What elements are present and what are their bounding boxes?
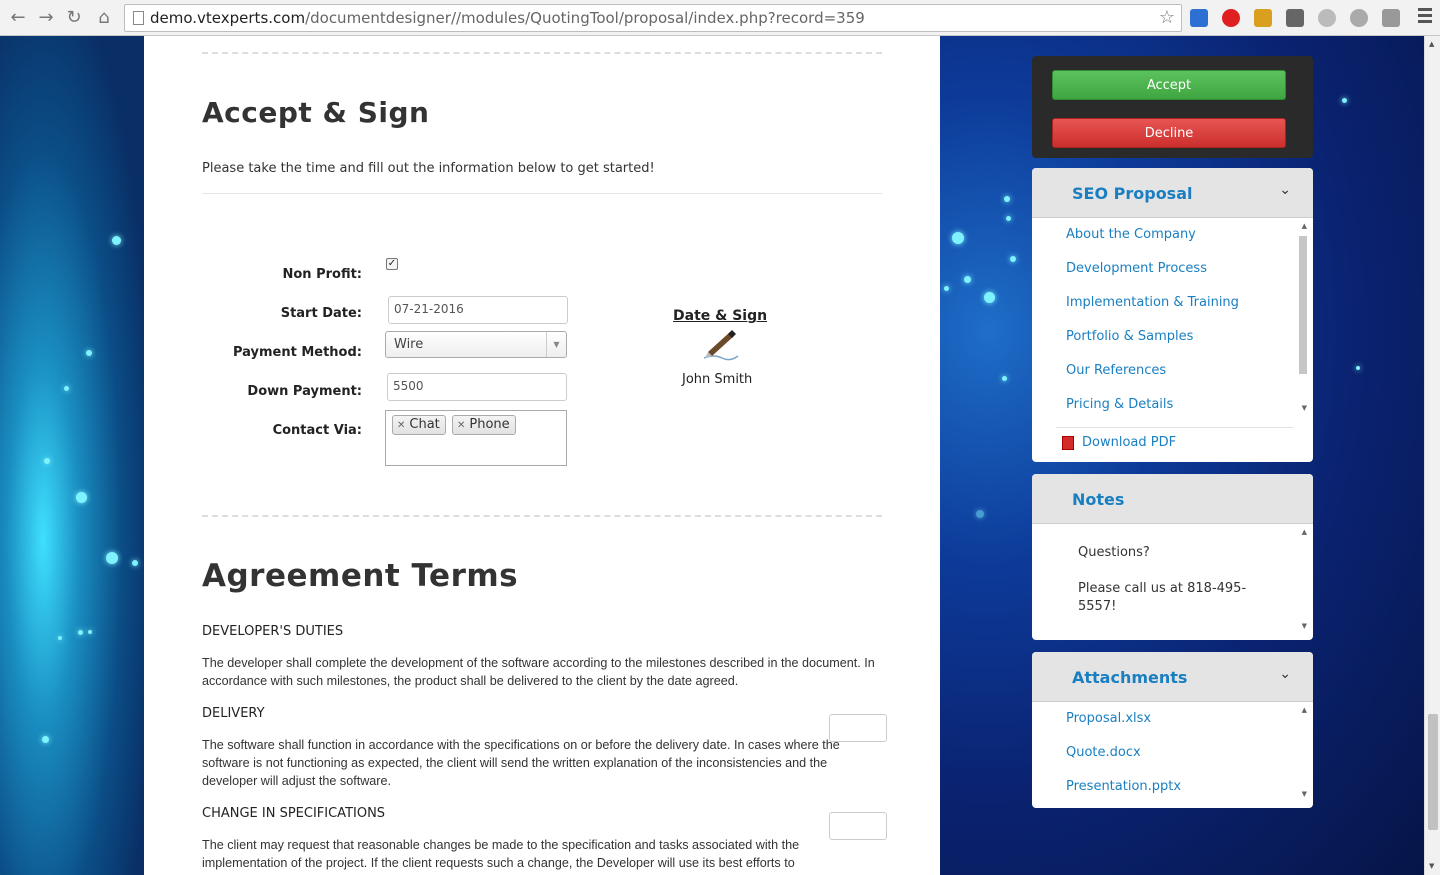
agreement-terms-heading: Agreement Terms (202, 558, 519, 594)
term-text: The client may request that reasonable c… (202, 838, 800, 870)
accept-button[interactable]: Accept (1052, 70, 1286, 100)
pdf-icon (1062, 436, 1074, 450)
down-payment-label: Down Payment: (247, 384, 362, 399)
dropdown-arrow-icon: ▼ (546, 332, 566, 357)
non-profit-label: Non Profit: (282, 267, 362, 282)
toc-link[interactable]: Portfolio & Samples (1066, 329, 1193, 344)
panel-header[interactable]: SEO Proposal ⌄ (1032, 168, 1313, 218)
notes-text: Questions? (1078, 545, 1150, 560)
chevron-down-icon[interactable]: ⌄ (1279, 182, 1291, 198)
seo-proposal-panel: SEO Proposal ⌄ About the Company Develop… (1032, 168, 1313, 462)
address-bar[interactable]: demo.vtexperts.com/documentdesigner//mod… (124, 4, 1182, 32)
pen-signature-icon[interactable] (700, 328, 740, 364)
notes-panel: Notes Questions? Please call us at 818-4… (1032, 474, 1313, 640)
payment-method-label: Payment Method: (232, 345, 362, 360)
start-date-label: Start Date: (280, 306, 362, 321)
download-pdf-link[interactable]: Download PDF (1082, 435, 1176, 450)
accept-sign-heading: Accept & Sign (202, 96, 430, 129)
contact-via-multiselect[interactable]: ✕ Chat ✕ Phone (385, 410, 567, 466)
remove-icon[interactable]: ✕ (457, 420, 465, 431)
reload-icon[interactable]: ↻ (62, 6, 86, 30)
browser-toolbar: ← → ↻ ⌂ demo.vtexperts.com/documentdesig… (0, 0, 1440, 36)
contact-via-label: Contact Via: (272, 423, 362, 438)
menu-icon[interactable] (1418, 8, 1432, 26)
intro-text: Please take the time and fill out the in… (202, 161, 655, 176)
extension-translate-icon[interactable] (1190, 9, 1208, 27)
section-divider (202, 52, 882, 54)
decline-button[interactable]: Decline (1052, 118, 1286, 148)
toc-link[interactable]: Our References (1066, 363, 1166, 378)
initials-input[interactable] (829, 812, 887, 840)
toc-link[interactable]: Development Process (1066, 261, 1207, 276)
divider (1056, 427, 1294, 428)
extension-cookie-icon[interactable] (1254, 9, 1272, 27)
toc-link[interactable]: About the Company (1066, 227, 1196, 242)
scroll-down-icon[interactable]: ▼ (1302, 790, 1307, 798)
section-divider (202, 515, 882, 517)
payment-method-value: Wire (394, 337, 424, 352)
extension-r-icon[interactable] (1382, 9, 1400, 27)
home-icon[interactable]: ⌂ (92, 6, 116, 30)
panel-header: Notes (1032, 474, 1313, 524)
attachments-panel: Attachments ⌄ Proposal.xlsx Quote.docx P… (1032, 652, 1313, 808)
attachment-link[interactable]: Proposal.xlsx (1066, 711, 1151, 726)
term-text: The developer shall complete the develop… (202, 656, 875, 688)
forward-icon[interactable]: → (34, 6, 58, 30)
term-heading: DEVELOPER'S DUTIES (202, 624, 344, 639)
scroll-up-icon[interactable]: ▲ (1302, 706, 1307, 714)
extension-circle-icon[interactable] (1318, 9, 1336, 27)
signer-name: John Smith (682, 372, 753, 387)
tag-chat[interactable]: ✕ Chat (392, 415, 446, 435)
background-left (0, 36, 144, 875)
scroll-down-icon[interactable]: ▼ (1302, 404, 1307, 412)
scroll-up-icon[interactable]: ▲ (1429, 40, 1434, 48)
notes-text: Please call us at 818-495-5557! (1078, 581, 1247, 614)
panel-title: SEO Proposal (1072, 184, 1193, 203)
payment-method-select[interactable]: Wire ▼ (385, 331, 567, 358)
down-payment-input[interactable]: 5500 (387, 373, 567, 401)
action-panel: Accept Decline (1032, 56, 1313, 158)
date-sign-link[interactable]: Date & Sign (673, 308, 767, 324)
extension-c-icon[interactable] (1350, 9, 1368, 27)
scroll-down-icon[interactable]: ▼ (1429, 862, 1434, 870)
url-text: demo.vtexperts.com/documentdesigner//mod… (150, 9, 865, 27)
panel-title: Notes (1072, 490, 1125, 509)
scroll-up-icon[interactable]: ▲ (1302, 222, 1307, 230)
toc-link[interactable]: Pricing & Details (1066, 397, 1173, 412)
page-scrollbar[interactable]: ▲ ▼ (1424, 36, 1440, 875)
start-date-input[interactable]: 07-21-2016 (388, 296, 568, 324)
toc-link[interactable]: Implementation & Training (1066, 295, 1239, 310)
term-heading: DELIVERY (202, 706, 265, 721)
divider (202, 193, 882, 194)
scroll-down-icon[interactable]: ▼ (1302, 622, 1307, 630)
attachment-link[interactable]: Quote.docx (1066, 745, 1141, 760)
remove-icon[interactable]: ✕ (397, 420, 405, 431)
page-icon (133, 11, 144, 25)
panel-scrollbar[interactable] (1299, 236, 1307, 374)
tag-phone[interactable]: ✕ Phone (452, 415, 516, 435)
bookmark-star-icon[interactable]: ☆ (1159, 7, 1175, 28)
scroll-up-icon[interactable]: ▲ (1302, 528, 1307, 536)
panel-title: Attachments (1072, 668, 1188, 687)
scrollbar-thumb[interactable] (1428, 714, 1438, 830)
extension-opera-icon[interactable] (1222, 9, 1240, 27)
term-text: The software shall function in accordanc… (202, 738, 840, 788)
non-profit-checkbox[interactable]: ✓ (386, 258, 398, 270)
term-heading: CHANGE IN SPECIFICATIONS (202, 806, 386, 821)
panel-header[interactable]: Attachments ⌄ (1032, 652, 1313, 702)
document-content: Accept & Sign Please take the time and f… (144, 36, 940, 875)
attachment-link[interactable]: Presentation.pptx (1066, 779, 1181, 794)
chevron-down-icon[interactable]: ⌄ (1279, 666, 1291, 682)
back-icon[interactable]: ← (6, 6, 30, 30)
extension-gray-icon[interactable] (1286, 9, 1304, 27)
